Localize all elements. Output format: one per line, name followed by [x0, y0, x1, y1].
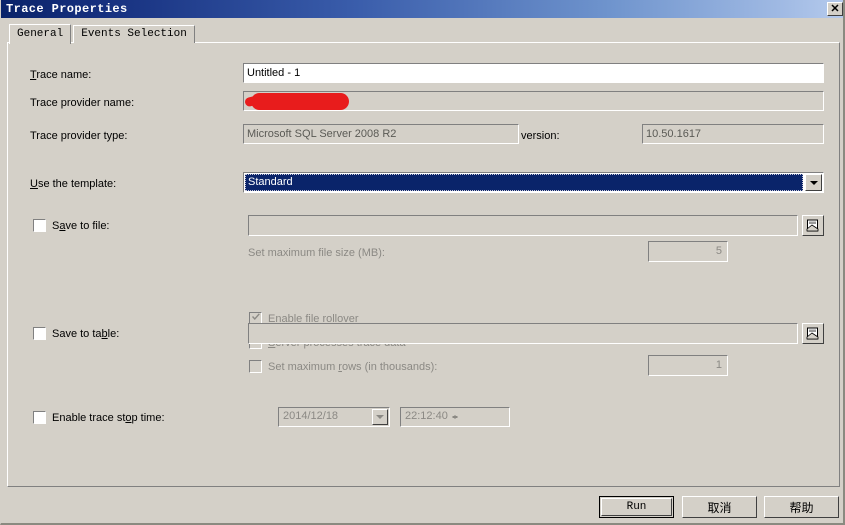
save-to-file-browse-button[interactable] — [802, 215, 824, 236]
cancel-button-label: 取消 — [707, 500, 732, 515]
title-bar-buttons: ✕ — [827, 2, 843, 16]
enable-trace-stop-time-checkbox[interactable]: Enable trace stop time: — [33, 411, 165, 424]
cancel-button[interactable]: 取消 — [682, 496, 757, 518]
close-button[interactable]: ✕ — [827, 2, 843, 16]
help-button-label: 帮助 — [789, 500, 814, 515]
redaction-mark — [251, 93, 349, 110]
trace-provider-type-value: Microsoft SQL Server 2008 R2 — [243, 124, 519, 144]
save-to-table-checkbox[interactable]: Save to table: — [33, 327, 119, 340]
stop-date-picker[interactable]: 2014/12/18 — [278, 407, 390, 427]
checkbox-box — [33, 219, 46, 232]
save-to-table-label: Save to table: — [52, 327, 120, 340]
save-to-file-checkbox[interactable]: Save to file: — [33, 219, 110, 232]
template-dropdown-button[interactable] — [805, 174, 822, 191]
title-bar[interactable]: Trace Properties ✕ — [1, 0, 843, 18]
general-tab-panel: Trace name: Untitled - 1 Trace provider … — [7, 42, 840, 487]
chevron-down-icon — [376, 415, 384, 419]
version-value: 10.50.1617 — [642, 124, 824, 144]
save-to-table-path-input[interactable] — [248, 323, 798, 344]
set-maximum-rows-label: Set maximum rows (in thousands): — [268, 360, 438, 373]
help-button[interactable]: 帮助 — [764, 496, 839, 518]
template-label: Use the template: — [30, 178, 117, 190]
save-to-file-path-input[interactable] — [248, 215, 798, 236]
chevron-down-icon — [809, 180, 818, 185]
checkbox-box — [249, 360, 262, 373]
close-icon: ✕ — [830, 3, 840, 15]
tab-events-selection[interactable]: Events Selection — [73, 25, 195, 43]
template-selected-value: Standard — [245, 174, 803, 191]
tab-general[interactable]: General — [9, 24, 72, 44]
max-file-size-input[interactable]: 5 — [648, 241, 728, 262]
stop-date-dropdown-button[interactable] — [372, 409, 388, 425]
checkbox-box — [33, 327, 46, 340]
max-rows-input[interactable]: 1 — [648, 355, 728, 376]
run-button[interactable]: Run — [599, 496, 674, 518]
save-to-file-label: Save to file: — [52, 219, 110, 232]
checkmark-icon — [252, 313, 260, 321]
folder-icon — [806, 327, 819, 340]
set-maximum-rows-checkbox[interactable]: Set maximum rows (in thousands): — [249, 360, 437, 373]
window-title: Trace Properties — [6, 2, 128, 16]
max-file-size-label: Set maximum file size (MB): — [248, 247, 385, 259]
spinner-arrows — [452, 409, 508, 425]
arrow-down-icon — [452, 416, 458, 419]
template-combobox[interactable]: Standard — [243, 172, 824, 193]
stop-time-spinner[interactable]: 22:12:40 — [400, 407, 510, 427]
checkbox-box — [33, 411, 46, 424]
save-to-table-browse-button[interactable] — [802, 323, 824, 344]
stop-time-value: 22:12:40 — [405, 410, 448, 422]
version-label: version: — [521, 130, 560, 142]
folder-icon — [806, 219, 819, 232]
trace-provider-name-label: Trace provider name: — [30, 97, 135, 109]
run-button-label: Run — [626, 501, 647, 513]
trace-properties-dialog: Trace Properties ✕ General Events Select… — [0, 0, 845, 525]
enable-trace-stop-time-label: Enable trace stop time: — [52, 411, 165, 424]
trace-name-label: Trace name: — [30, 69, 92, 81]
tab-strip: General Events Selection — [9, 24, 195, 44]
trace-provider-type-label: Trace provider type: — [30, 130, 128, 142]
trace-name-input[interactable]: Untitled - 1 — [243, 63, 824, 83]
stop-date-value: 2014/12/18 — [283, 410, 339, 422]
